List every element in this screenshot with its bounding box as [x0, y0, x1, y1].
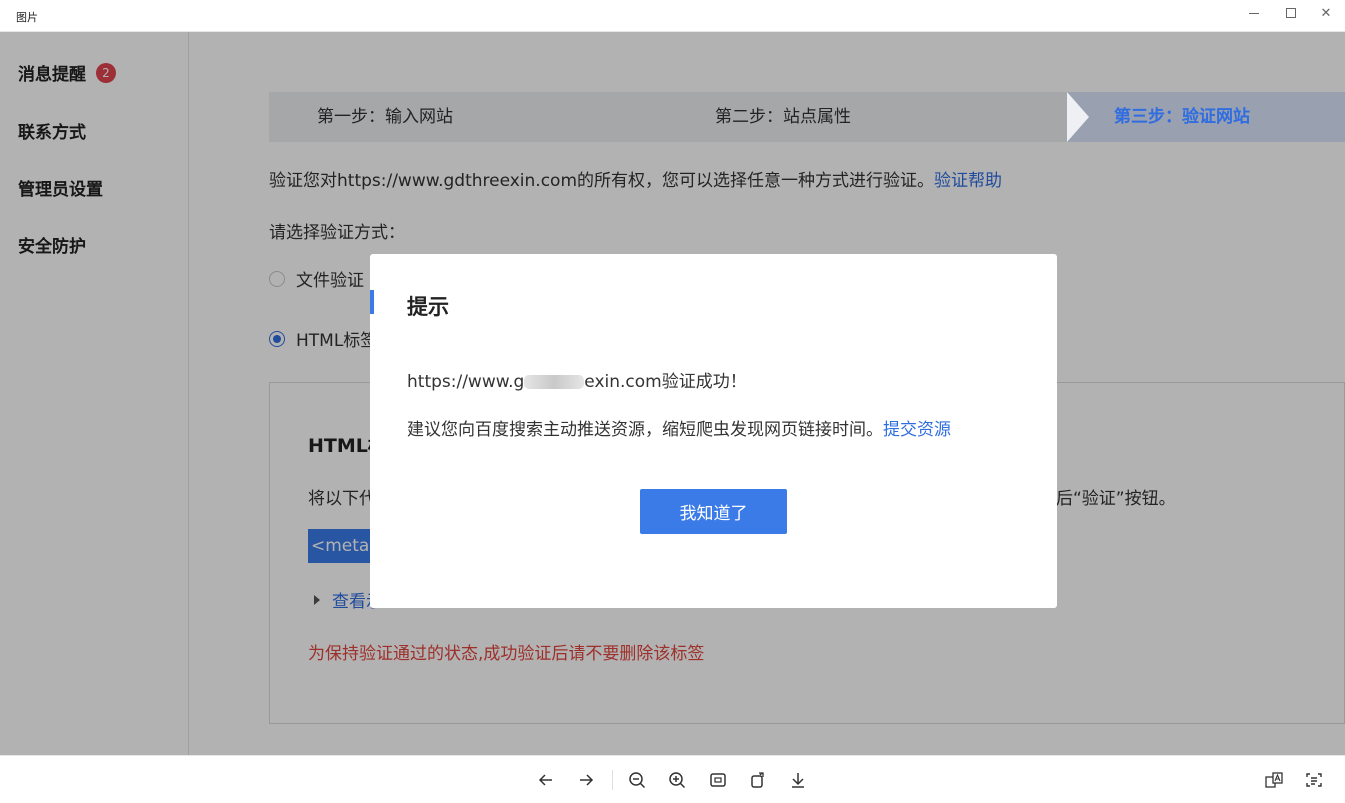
submit-resource-link[interactable]: 提交资源: [883, 420, 951, 440]
title-accent-bar: [370, 290, 374, 314]
push-suggestion: 建议您向百度搜索主动推送资源，缩短爬虫发现网页链接时间。提交资源: [407, 415, 951, 440]
redacted-text: [524, 375, 585, 389]
zoom-in-button[interactable]: [665, 768, 689, 792]
maximize-button[interactable]: [1271, 0, 1311, 26]
viewer-toolbar: [0, 755, 1345, 803]
dialog-title: 提示: [407, 295, 449, 319]
translate-icon: [1265, 772, 1283, 788]
title-bar: 图片 ✕: [0, 0, 1345, 32]
arrow-left-icon: [538, 774, 552, 786]
rotate-icon: [751, 772, 764, 788]
close-icon: ✕: [1320, 5, 1332, 21]
download-icon: [792, 773, 804, 788]
window-title: 图片: [16, 11, 38, 24]
text-recognition-icon: [1306, 773, 1322, 787]
arrow-right-icon: [580, 774, 594, 786]
toolbar-divider: [612, 770, 613, 790]
close-button[interactable]: ✕: [1306, 0, 1345, 26]
minimize-button[interactable]: [1234, 0, 1274, 26]
image-viewport: 消息提醒 2 联系方式 管理员设置 安全防护 第一步：输入网站 第二步：站点属性…: [0, 32, 1345, 755]
minimize-icon: [1249, 12, 1259, 14]
translate-button[interactable]: [1262, 768, 1286, 792]
fit-screen-icon: [710, 773, 726, 787]
acknowledge-button[interactable]: 我知道了: [640, 489, 787, 534]
suggestion-text: 建议您向百度搜索主动推送资源，缩短爬虫发现网页链接时间。: [407, 420, 883, 440]
success-suffix: exin.com验证成功！: [584, 372, 747, 392]
download-button[interactable]: [786, 768, 810, 792]
previous-button[interactable]: [534, 768, 558, 792]
next-button[interactable]: [574, 768, 598, 792]
verification-success-dialog: 提示 https://www.g exin.com验证成功！ 建议您向百度搜索主动…: [370, 254, 1057, 608]
zoom-out-button[interactable]: [625, 768, 649, 792]
zoom-out-icon: [629, 772, 646, 789]
text-recognition-button[interactable]: [1302, 768, 1326, 792]
success-prefix: https://www.g: [407, 372, 525, 392]
maximize-icon: [1286, 8, 1296, 18]
fit-screen-button[interactable]: [706, 768, 730, 792]
step-arrow-shape: [1067, 92, 1089, 142]
rotate-button[interactable]: [746, 768, 770, 792]
zoom-in-icon: [669, 772, 686, 789]
success-message: https://www.g exin.com验证成功！: [407, 367, 747, 392]
step-3-active: 第三步：验证网站: [1114, 107, 1250, 127]
